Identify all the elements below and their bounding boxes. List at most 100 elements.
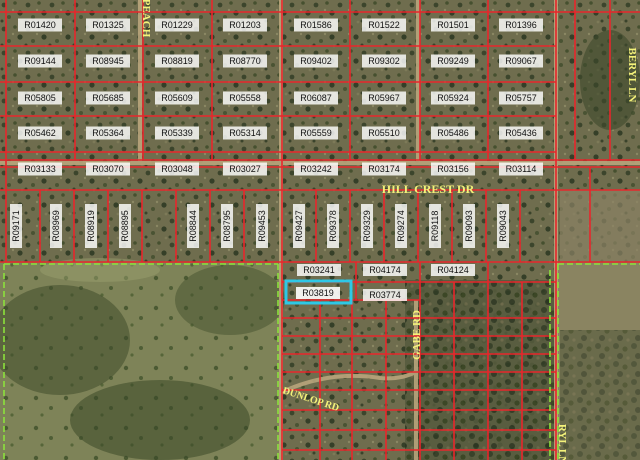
parcel-label-r03242[interactable]: R03242 xyxy=(294,162,338,176)
parcel-label-r09378[interactable]: R09378 xyxy=(327,204,339,248)
parcel-id-text: R01325 xyxy=(92,20,124,30)
parcel-id-text: R09067 xyxy=(505,56,537,66)
parcel-label-r01203[interactable]: R01203 xyxy=(223,18,267,32)
parcel-label-r01501[interactable]: R01501 xyxy=(431,18,475,32)
parcel-label-r08770[interactable]: R08770 xyxy=(223,54,267,68)
parcel-id-text: R05805 xyxy=(24,93,56,103)
parcel-id-text: R08819 xyxy=(161,56,193,66)
parcel-label-r05559[interactable]: R05559 xyxy=(294,126,338,140)
parcel-label-r09453[interactable]: R09453 xyxy=(256,204,268,248)
parcel-id-text: R03114 xyxy=(506,164,537,174)
parcel-id-text: R08844 xyxy=(188,210,198,242)
parcel-id-text: R03048 xyxy=(161,164,193,174)
parcel-id-text: R04124 xyxy=(437,265,469,275)
parcel-label-r08795[interactable]: R08795 xyxy=(221,204,233,248)
parcel-id-text: R03027 xyxy=(229,164,261,174)
parcel-id-text: R08969 xyxy=(51,210,61,242)
parcel-label-r05805[interactable]: R05805 xyxy=(18,91,62,105)
parcel-id-text: R09144 xyxy=(24,56,56,66)
parcel-label-r03048[interactable]: R03048 xyxy=(155,162,199,176)
parcel-label-r05924[interactable]: R05924 xyxy=(431,91,475,105)
parcel-label-r05967[interactable]: R05967 xyxy=(362,91,406,105)
parcel-label-r03774[interactable]: R03774 xyxy=(363,289,407,301)
parcel-label-r09427[interactable]: R09427 xyxy=(293,204,305,248)
parcel-id-text: R05924 xyxy=(437,93,469,103)
parcel-label-r01396[interactable]: R01396 xyxy=(499,18,543,32)
parcel-label-r03819[interactable]: R03819 xyxy=(296,287,340,299)
parcel-label-r09118[interactable]: R09118 xyxy=(429,204,441,248)
road-label-gabe: GABE RD xyxy=(411,310,423,360)
parcel-label-r08919[interactable]: R08919 xyxy=(85,204,97,248)
parcel-id-text: R05685 xyxy=(92,93,124,103)
parcel-id-text: R05436 xyxy=(505,128,537,138)
parcel-label-r09144[interactable]: R09144 xyxy=(18,54,62,68)
parcel-id-text: R01586 xyxy=(300,20,332,30)
parcel-label-r08844[interactable]: R08844 xyxy=(187,204,199,248)
parcel-label-r09171[interactable]: R09171 xyxy=(10,204,22,248)
road-label-hillcrest: HILL CREST DR xyxy=(382,182,475,196)
parcel-label-r05685[interactable]: R05685 xyxy=(86,91,130,105)
parcel-label-r05339[interactable]: R05339 xyxy=(155,126,199,140)
parcel-label-r05364[interactable]: R05364 xyxy=(86,126,130,140)
parcel-label-r01325[interactable]: R01325 xyxy=(86,18,130,32)
parcel-label-r05436[interactable]: R05436 xyxy=(499,126,543,140)
parcel-id-text: R01203 xyxy=(229,20,261,30)
parcel-label-r03027[interactable]: R03027 xyxy=(223,162,267,176)
parcel-label-r01229[interactable]: R01229 xyxy=(155,18,199,32)
parcel-label-r09043[interactable]: R09043 xyxy=(497,204,509,248)
road-label-beryl-bottom: RYL LN xyxy=(556,424,568,460)
parcel-label-r03070[interactable]: R03070 xyxy=(86,162,130,176)
parcel-id-text: R03774 xyxy=(369,290,401,300)
parcel-label-r01420[interactable]: R01420 xyxy=(18,18,62,32)
parcel-label-r09093[interactable]: R09093 xyxy=(463,204,475,248)
parcel-id-text: R09093 xyxy=(464,210,474,242)
parcel-id-text: R01229 xyxy=(161,20,193,30)
parcel-label-r04124[interactable]: R04124 xyxy=(431,264,475,276)
road-label-beryl-top: BERYL LN xyxy=(626,48,638,103)
parcel-label-r03133[interactable]: R03133 xyxy=(18,162,62,176)
parcel-label-r04174[interactable]: R04174 xyxy=(363,264,407,276)
parcel-label-r05486[interactable]: R05486 xyxy=(431,126,475,140)
parcel-label-r08895[interactable]: R08895 xyxy=(119,204,131,248)
parcel-id-text: R04174 xyxy=(369,265,401,275)
parcel-id-text: R03819 xyxy=(302,288,334,298)
parcel-label-r08819[interactable]: R08819 xyxy=(155,54,199,68)
parcel-map[interactable]: R01420 R01325 R01229 R01203 R01586 R01522 R015… xyxy=(0,0,640,460)
parcel-id-text: R09249 xyxy=(437,56,469,66)
parcel-id-text: R05510 xyxy=(368,128,400,138)
parcel-label-r01522[interactable]: R01522 xyxy=(362,18,406,32)
parcel-id-text: R05757 xyxy=(505,93,537,103)
parcel-label-r03156[interactable]: R03156 xyxy=(431,162,475,176)
parcel-id-text: R05967 xyxy=(368,93,400,103)
parcel-id-text: R08770 xyxy=(229,56,261,66)
parcel-id-text: R03070 xyxy=(92,164,124,174)
parcel-label-r05558[interactable]: R05558 xyxy=(223,91,267,105)
parcel-label-r08969[interactable]: R08969 xyxy=(50,204,62,248)
parcel-label-r03174[interactable]: R03174 xyxy=(362,162,406,176)
parcel-id-text: R03174 xyxy=(368,164,400,174)
parcel-label-r05757[interactable]: R05757 xyxy=(499,91,543,105)
parcel-label-r03114[interactable]: R03114 xyxy=(499,162,543,176)
parcel-label-r03241[interactable]: R03241 xyxy=(297,264,341,276)
parcel-label-r09067[interactable]: R09067 xyxy=(499,54,543,68)
parcel-id-text: R03242 xyxy=(300,164,332,174)
parcel-label-r05510[interactable]: R05510 xyxy=(362,126,406,140)
parcel-id-text: R09274 xyxy=(396,210,406,242)
parcel-label-r05462[interactable]: R05462 xyxy=(18,126,62,140)
parcel-label-r09402[interactable]: R09402 xyxy=(294,54,338,68)
parcel-label-r01586[interactable]: R01586 xyxy=(294,18,338,32)
parcel-label-r05314[interactable]: R05314 xyxy=(223,126,267,140)
road-label-peach: PEACH xyxy=(140,0,152,38)
parcel-id-text: R05486 xyxy=(437,128,469,138)
parcel-label-r06087[interactable]: R06087 xyxy=(294,91,338,105)
parcel-id-text: R08945 xyxy=(92,56,124,66)
parcel-id-text: R01522 xyxy=(368,20,400,30)
parcel-label-r05609[interactable]: R05609 xyxy=(155,91,199,105)
parcel-label-r09329[interactable]: R09329 xyxy=(361,204,373,248)
parcel-id-text: R01396 xyxy=(505,20,537,30)
parcel-label-r09249[interactable]: R09249 xyxy=(431,54,475,68)
parcel-label-r09274[interactable]: R09274 xyxy=(395,204,407,248)
parcel-id-text: R03156 xyxy=(437,164,469,174)
parcel-label-r08945[interactable]: R08945 xyxy=(86,54,130,68)
parcel-label-r09302[interactable]: R09302 xyxy=(362,54,406,68)
